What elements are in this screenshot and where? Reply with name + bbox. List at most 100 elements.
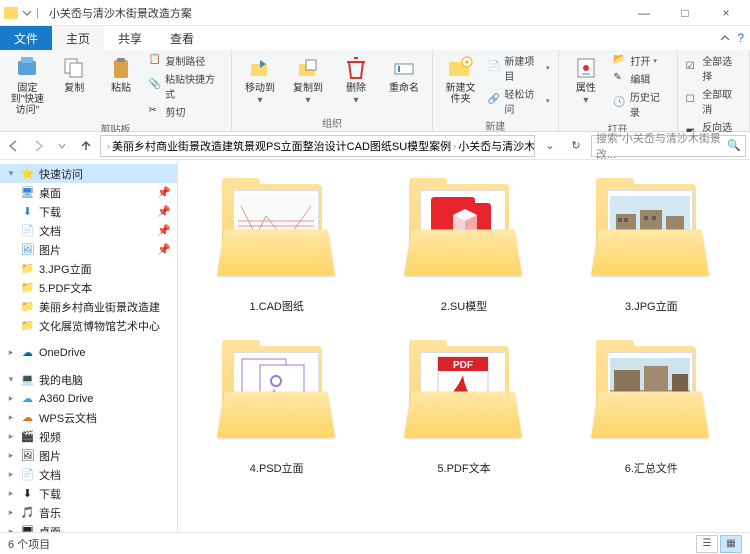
newfolder-button[interactable]: ✦ 新建文件夹 (439, 52, 482, 107)
nav-back-icon[interactable] (4, 136, 24, 156)
sidebar-wps[interactable]: ▸☁WPS云文档 (0, 408, 177, 427)
folder-icon (4, 7, 18, 19)
view-details-button[interactable]: ☰ (696, 535, 718, 553)
file-item[interactable]: PDFAdobe 5.PDF文本 (375, 334, 552, 476)
breadcrumb-seg[interactable]: 美丽乡村商业街景改造建筑景观PS立面整治设计CAD图纸SU模型案例 (112, 138, 451, 154)
titlebar: | 小关岙与清沙木街景改造方案 — □ × (0, 0, 750, 26)
dropdown-icon[interactable] (21, 7, 33, 19)
selectall-button[interactable]: ☑全部选择 (684, 52, 743, 84)
file-item[interactable]: 3.JPG立面 (563, 172, 740, 314)
sidebar-desktop[interactable]: 🖥桌面📌 (0, 183, 177, 202)
delete-button[interactable]: 删除▾ (334, 52, 378, 108)
pin-icon: 📌 (157, 243, 171, 256)
download-icon: ⬇ (20, 204, 35, 219)
statusbar: 6 个项目 ☰ ▦ (0, 532, 750, 554)
maximize-button[interactable]: □ (665, 1, 705, 25)
pin-icon: 📌 (157, 224, 171, 237)
refresh-dropdown-icon[interactable]: ⌄ (539, 139, 561, 152)
edit-button[interactable]: ✎编辑 (611, 70, 670, 87)
sidebar-documents2[interactable]: ▸📄文档 (0, 465, 177, 484)
folder-icon: 📁 (20, 318, 35, 333)
sidebar-item[interactable]: 📁文化展览博物馆艺术中心 (0, 316, 177, 335)
chevron-right-icon[interactable]: › (107, 141, 110, 151)
help-icon[interactable]: ? (737, 31, 744, 45)
sidebar-desktop2[interactable]: ▸🖥桌面 (0, 522, 177, 532)
view-icons-button[interactable]: ▦ (720, 535, 742, 553)
search-placeholder: 搜索"小关岙与清沙木街景改... (596, 130, 727, 162)
cloud-icon: ☁ (20, 410, 35, 425)
breadcrumb[interactable]: › 美丽乡村商业街景改造建筑景观PS立面整治设计CAD图纸SU模型案例 › 小关… (100, 135, 535, 157)
file-label: 3.JPG立面 (625, 298, 678, 314)
sidebar-pictures2[interactable]: ▸🖼图片 (0, 446, 177, 465)
minimize-button[interactable]: — (624, 1, 664, 25)
nav-up-icon[interactable] (76, 136, 96, 156)
tab-view[interactable]: 查看 (156, 26, 208, 50)
tab-share[interactable]: 共享 (104, 26, 156, 50)
desktop-icon: 🖥 (20, 185, 35, 200)
nav-forward-icon[interactable] (28, 136, 48, 156)
sidebar-downloads2[interactable]: ▸⬇下载 (0, 484, 177, 503)
svg-text:✦: ✦ (464, 58, 471, 67)
svg-text:PDF: PDF (453, 360, 473, 371)
file-label: 1.CAD图纸 (249, 298, 303, 314)
sidebar-item[interactable]: 📁美丽乡村商业街景改造建 (0, 297, 177, 316)
cut-button[interactable]: ✂剪切 (146, 103, 225, 120)
content-area[interactable]: 1.CAD图纸 2.SU模型 3.JPG立面 (178, 160, 750, 532)
file-item[interactable]: 1.CAD图纸 (188, 172, 365, 314)
sidebar: ▾⭐快速访问 🖥桌面📌 ⬇下载📌 📄文档📌 🖼图片📌 📁3.JPG立面 📁5.P… (0, 160, 178, 532)
pin-button[interactable]: 固定到"快速访问" (6, 52, 49, 118)
copyto-button[interactable]: 复制到▾ (286, 52, 330, 108)
properties-button[interactable]: 属性▾ (565, 52, 608, 108)
moveto-button[interactable]: 移动到▾ (238, 52, 282, 108)
ribbon-toggle-icon[interactable] (719, 32, 731, 44)
close-button[interactable]: × (706, 1, 746, 25)
file-item[interactable]: 6.汇总文件 (563, 334, 740, 476)
window-title: 小关岙与清沙木街景改造方案 (49, 5, 192, 21)
sidebar-pictures[interactable]: 🖼图片📌 (0, 240, 177, 259)
desktop-icon: 🖥 (20, 524, 35, 532)
download-icon: ⬇ (20, 486, 35, 501)
easyaccess-button[interactable]: 🔗轻松访问▾ (486, 85, 552, 117)
sidebar-videos[interactable]: ▸🎬视频 (0, 427, 177, 446)
sidebar-downloads[interactable]: ⬇下载📌 (0, 202, 177, 221)
tab-home[interactable]: 主页 (52, 26, 104, 50)
file-item[interactable]: PSD 4.PSD立面 (188, 334, 365, 476)
copy-button[interactable]: 复制 (53, 52, 96, 96)
sidebar-a360[interactable]: ▸☁A360 Drive (0, 389, 177, 408)
file-label: 2.SU模型 (441, 298, 487, 314)
search-icon[interactable]: 🔍 (727, 139, 741, 152)
newitem-button[interactable]: 📄新建项目▾ (486, 52, 552, 84)
cloud-icon: ☁ (20, 391, 35, 406)
rename-button[interactable]: 重命名 (382, 52, 426, 96)
paste-shortcut-button[interactable]: 📎粘贴快捷方式 (146, 70, 225, 102)
document-icon: 📄 (20, 223, 35, 238)
refresh-icon[interactable]: ↻ (565, 139, 587, 152)
pin-icon: 📌 (157, 186, 171, 199)
tab-file[interactable]: 文件 (0, 26, 52, 50)
search-input[interactable]: 搜索"小关岙与清沙木街景改... 🔍 (591, 135, 746, 157)
sidebar-quickaccess[interactable]: ▾⭐快速访问 (0, 164, 177, 183)
music-icon: 🎵 (20, 505, 35, 520)
breadcrumb-seg[interactable]: 小关岙与清沙木街景改造方案 (458, 138, 535, 154)
file-label: 5.PDF文本 (437, 460, 490, 476)
picture-icon: 🖼 (20, 448, 35, 463)
folder-icon: 📁 (20, 280, 35, 295)
sidebar-item[interactable]: 📁5.PDF文本 (0, 278, 177, 297)
sidebar-item[interactable]: 📁3.JPG立面 (0, 259, 177, 278)
history-button[interactable]: 🕓历史记录 (611, 88, 670, 120)
selectnone-button[interactable]: ☐全部取消 (684, 85, 743, 117)
group-organize-label: 组织 (238, 114, 426, 130)
file-label: 6.汇总文件 (625, 460, 678, 476)
copypath-button[interactable]: 📋复制路径 (146, 52, 225, 69)
sidebar-thispc[interactable]: ▾💻我的电脑 (0, 370, 177, 389)
sidebar-onedrive[interactable]: ▸☁OneDrive (0, 343, 177, 362)
sidebar-music[interactable]: ▸🎵音乐 (0, 503, 177, 522)
chevron-right-icon[interactable]: › (453, 141, 456, 151)
file-item[interactable]: 2.SU模型 (375, 172, 552, 314)
nav-recent-icon[interactable] (52, 136, 72, 156)
sidebar-documents[interactable]: 📄文档📌 (0, 221, 177, 240)
menubar: 文件 主页 共享 查看 ? (0, 26, 750, 50)
open-button[interactable]: 📂打开▾ (611, 52, 670, 69)
separator: | (36, 7, 39, 19)
paste-button[interactable]: 粘贴 (100, 52, 143, 96)
